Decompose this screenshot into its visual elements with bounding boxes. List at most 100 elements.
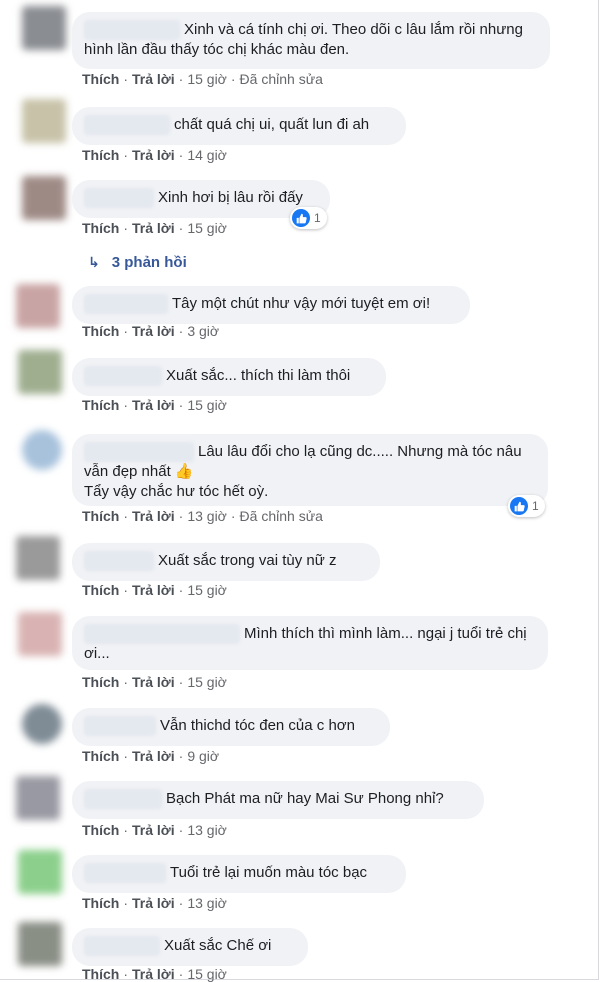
comment-bubble: Xinh và cá tính chị ơi. Theo dõi c lâu l… xyxy=(72,12,550,69)
comment-text: Xuất sắc Chế ơi xyxy=(164,937,272,954)
comment-bubble: Xuất sắc Chế ơi xyxy=(72,928,308,966)
like-link[interactable]: Thích xyxy=(82,822,119,838)
like-link[interactable]: Thích xyxy=(82,895,119,911)
like-link[interactable]: Thích xyxy=(82,397,119,413)
like-link[interactable]: Thích xyxy=(82,147,119,163)
commenter-name[interactable] xyxy=(84,294,168,314)
avatar[interactable] xyxy=(22,704,62,744)
timestamp[interactable]: 13 giờ xyxy=(187,895,227,911)
reaction-count[interactable]: 1 xyxy=(290,207,327,229)
timestamp[interactable]: 9 giờ xyxy=(187,748,219,764)
commenter-name[interactable] xyxy=(84,624,240,644)
reaction-number: 1 xyxy=(314,211,321,225)
reply-link[interactable]: Trả lời xyxy=(132,323,175,339)
avatar[interactable] xyxy=(22,99,66,143)
avatar[interactable] xyxy=(22,430,62,470)
timestamp[interactable]: 15 giờ xyxy=(187,582,227,598)
comment-text-line2: Tẩy vậy chắc hư tóc hết oỳ. xyxy=(84,483,269,500)
timestamp[interactable]: 15 giờ xyxy=(187,220,227,236)
comment-bubble: chất quá chị ui, quất lun đi ah xyxy=(72,107,406,145)
avatar[interactable] xyxy=(16,776,60,820)
comment-text: Bạch Phát ma nữ hay Mai Sư Phong nhỉ? xyxy=(166,790,444,807)
like-link[interactable]: Thích xyxy=(82,508,119,524)
like-link[interactable]: Thích xyxy=(82,966,119,982)
reply-link[interactable]: Trả lời xyxy=(132,397,175,413)
like-link[interactable]: Thích xyxy=(82,71,119,87)
timestamp[interactable]: 15 giờ xyxy=(187,397,227,413)
like-link[interactable]: Thích xyxy=(82,220,119,236)
reply-link[interactable]: Trả lời xyxy=(132,508,175,524)
commenter-name[interactable] xyxy=(84,863,166,883)
comment-text: Xinh hơi bị lâu rồi đấy xyxy=(158,189,303,206)
view-replies-link[interactable]: ↳ 3 phản hồi xyxy=(88,254,187,271)
comment-actions: Thích · Trả lời · 14 giờ xyxy=(82,147,227,163)
comment-text: Vẫn thichd tóc đen của c hơn xyxy=(160,717,355,734)
avatar[interactable] xyxy=(16,284,60,328)
commenter-name[interactable] xyxy=(84,789,162,809)
reply-link[interactable]: Trả lời xyxy=(132,220,175,236)
reply-link[interactable]: Trả lời xyxy=(132,822,175,838)
reply-link[interactable]: Trả lời xyxy=(132,966,175,982)
reply-arrow-icon: ↳ xyxy=(88,254,100,270)
timestamp[interactable]: 3 giờ xyxy=(187,323,219,339)
comment-actions: Thích · Trả lời · 13 giờ xyxy=(82,895,227,911)
avatar[interactable] xyxy=(22,6,66,50)
comment-bubble: Tây một chút như vậy mới tuyệt em ơi! xyxy=(72,286,470,324)
comment-bubble: Tuổi trẻ lại muốn màu tóc bạc xyxy=(72,855,406,893)
comment-actions: Thích · Trả lời · 3 giờ xyxy=(82,323,220,339)
reply-link[interactable]: Trả lời xyxy=(132,147,175,163)
commenter-name[interactable] xyxy=(84,20,180,40)
avatar[interactable] xyxy=(18,350,62,394)
reaction-count[interactable]: 1 xyxy=(508,495,545,517)
commenter-name[interactable] xyxy=(84,936,160,956)
commenter-name[interactable] xyxy=(84,442,194,462)
commenter-name[interactable] xyxy=(84,188,154,208)
commenter-name[interactable] xyxy=(84,716,156,736)
like-link[interactable]: Thích xyxy=(82,582,119,598)
commenter-name[interactable] xyxy=(84,366,162,386)
like-link[interactable]: Thích xyxy=(82,674,119,690)
reply-link[interactable]: Trả lời xyxy=(132,895,175,911)
comment-text: Xuất sắc trong vai tùy nữ z xyxy=(158,552,337,569)
commenter-name[interactable] xyxy=(84,551,154,571)
comment-bubble: Xuất sắc trong vai tùy nữ z xyxy=(72,543,380,581)
reply-link[interactable]: Trả lời xyxy=(132,71,175,87)
avatar[interactable] xyxy=(22,176,66,220)
timestamp[interactable]: 13 giờ xyxy=(187,508,227,524)
comment-bubble: Mình thích thì mình làm... ngại j tuổi t… xyxy=(72,616,548,670)
comment-actions: Thích · Trả lời · 15 giờ xyxy=(82,674,227,690)
reaction-number: 1 xyxy=(532,499,539,513)
replies-count: 3 phản hồi xyxy=(111,254,187,271)
timestamp[interactable]: 15 giờ xyxy=(187,674,227,690)
like-link[interactable]: Thích xyxy=(82,323,119,339)
comment-actions: Thích · Trả lời · 15 giờ xyxy=(82,220,227,236)
edited-label[interactable]: Đã chỉnh sửa xyxy=(240,71,323,87)
timestamp[interactable]: 15 giờ xyxy=(187,966,227,982)
comment-text: Tây một chút như vậy mới tuyệt em ơi! xyxy=(172,295,431,312)
like-link[interactable]: Thích xyxy=(82,748,119,764)
comment-actions: Thích · Trả lời · 13 giờ · Đã chỉnh sửa xyxy=(82,508,323,524)
avatar[interactable] xyxy=(18,612,62,656)
timestamp[interactable]: 13 giờ xyxy=(187,822,227,838)
comment-actions: Thích · Trả lời · 13 giờ xyxy=(82,822,227,838)
reply-link[interactable]: Trả lời xyxy=(132,674,175,690)
comment-actions: Thích · Trả lời · 15 giờ xyxy=(82,397,227,413)
reply-link[interactable]: Trả lời xyxy=(132,582,175,598)
avatar[interactable] xyxy=(18,922,62,966)
comment-text: Xuất sắc... thích thi làm thôi xyxy=(166,367,351,384)
comment-actions: Thích · Trả lời · 9 giờ xyxy=(82,748,220,764)
avatar[interactable] xyxy=(18,850,62,894)
comment-text: chất quá chị ui, quất lun đi ah xyxy=(174,116,370,133)
like-reaction-icon xyxy=(292,209,310,227)
comment-bubble: Bạch Phát ma nữ hay Mai Sư Phong nhỉ? xyxy=(72,781,484,819)
comment-bubble: Xuất sắc... thích thi làm thôi xyxy=(72,358,386,396)
reply-link[interactable]: Trả lời xyxy=(132,748,175,764)
timestamp[interactable]: 15 giờ xyxy=(187,71,227,87)
comment-bubble: Lâu lâu đổi cho lạ cũng dc..... Nhưng mà… xyxy=(72,434,548,506)
commenter-name[interactable] xyxy=(84,115,170,135)
avatar[interactable] xyxy=(16,536,60,580)
comment-text: Tuổi trẻ lại muốn màu tóc bạc xyxy=(170,864,368,881)
timestamp[interactable]: 14 giờ xyxy=(187,147,227,163)
edited-label[interactable]: Đã chỉnh sửa xyxy=(240,508,323,524)
comment-bubble: Vẫn thichd tóc đen của c hơn xyxy=(72,708,390,746)
